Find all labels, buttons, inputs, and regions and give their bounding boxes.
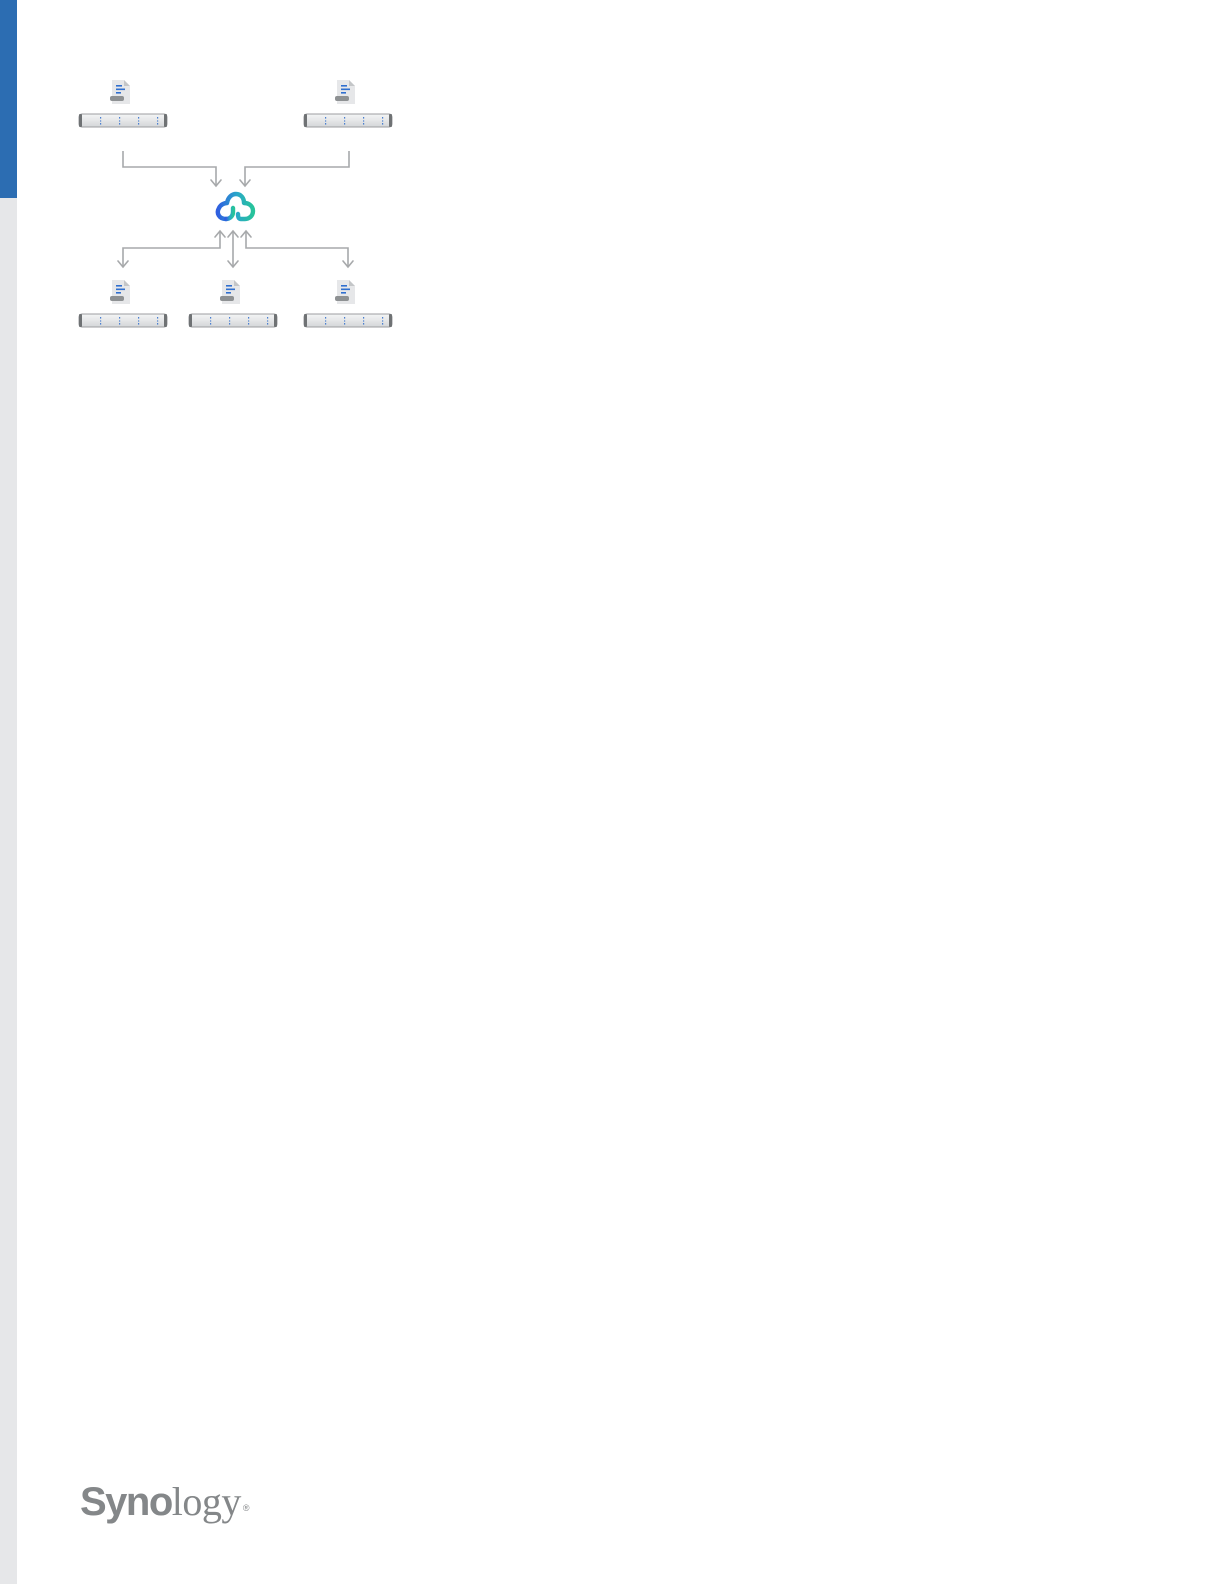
sync-topology-diagram [78, 80, 393, 328]
file-icon [110, 280, 130, 304]
synology-logo: Synology ® [80, 1478, 250, 1526]
rack-server-icon [188, 313, 278, 328]
rack-server-icon [303, 113, 393, 128]
file-icon [335, 280, 355, 304]
sync-target-node-1 [78, 280, 168, 328]
file-icon [220, 280, 240, 304]
rack-server-icon [303, 313, 393, 328]
connector-bottom-right [245, 232, 349, 266]
upload-source-node-1 [78, 80, 168, 128]
upload-source-node-2 [303, 80, 393, 128]
rack-server-icon [78, 113, 168, 128]
sync-target-node-3 [303, 280, 393, 328]
rack-server-icon [78, 313, 168, 328]
connector-top-right [244, 151, 350, 185]
logo-text-bold: Syno [80, 1480, 173, 1524]
file-icon [335, 80, 355, 104]
connector-top-left [122, 151, 217, 185]
file-icon [110, 80, 130, 104]
connector-lines [122, 151, 350, 266]
registered-mark: ® [242, 1503, 250, 1513]
connector-bottom-left [122, 232, 221, 266]
cloud-sync-icon [215, 191, 256, 222]
sync-target-node-2 [188, 280, 278, 328]
logo-text-light: logy [171, 1479, 242, 1524]
